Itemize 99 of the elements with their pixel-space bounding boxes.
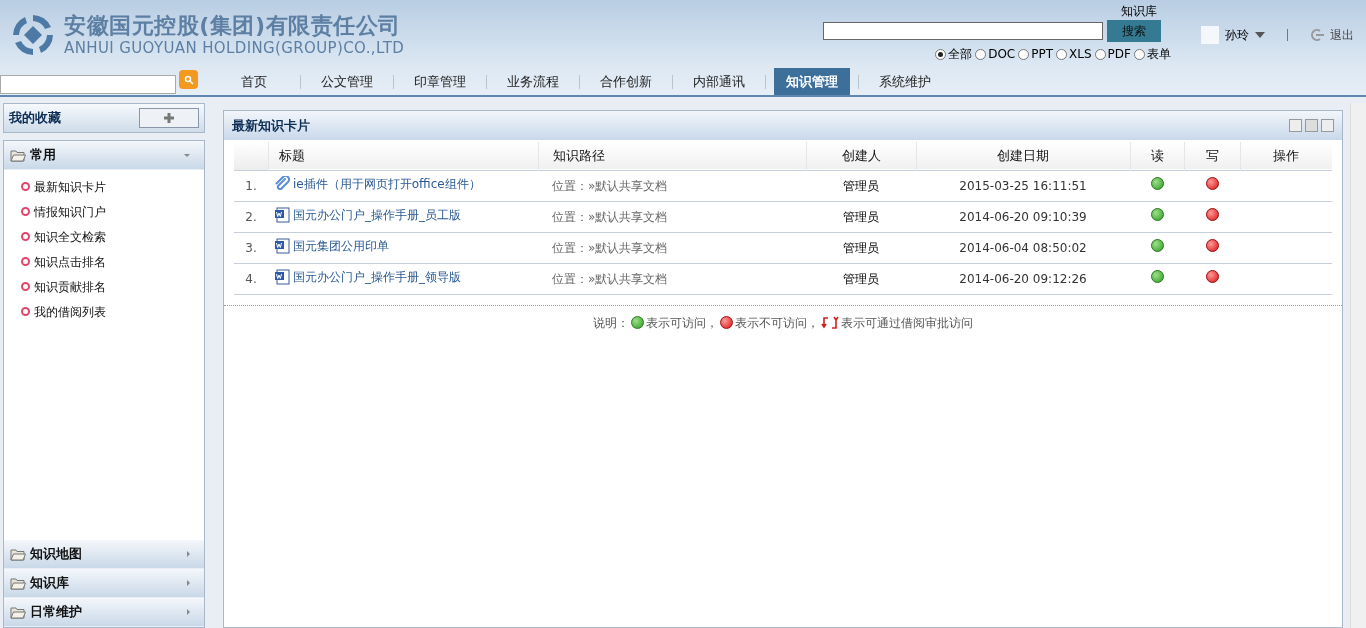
date-cell: 2015-03-25 16:11:51: [916, 170, 1130, 201]
search-label: 知识库: [1121, 3, 1157, 20]
company-name: 安徽国元控股(集团)有限责任公司: [64, 14, 402, 37]
date-cell: 2014-06-20 09:10:39: [916, 201, 1130, 232]
document-link[interactable]: 国元集团公用印单: [274, 236, 389, 255]
folder-icon: [10, 576, 26, 590]
legend-text: 表示可访问，: [646, 314, 718, 332]
nav-tab[interactable]: 内部通讯: [681, 68, 757, 95]
quick-search-field[interactable]: [0, 75, 176, 94]
radio-label: DOC: [988, 46, 1016, 63]
word-document-icon: [274, 206, 290, 223]
creator-cell: 管理员: [806, 170, 916, 201]
logout-link[interactable]: 退出: [1330, 26, 1354, 44]
column-header: 创建日期: [916, 142, 1130, 170]
path-cell: 位置：»默认共享文档: [538, 263, 806, 294]
row-number: 1.: [234, 170, 268, 201]
bullet-icon: [21, 232, 30, 241]
search-button[interactable]: 搜索: [1107, 20, 1161, 42]
creator-cell: 管理员: [806, 201, 916, 232]
logout-icon: [1310, 28, 1324, 42]
sidebar-link[interactable]: 知识点击排名: [21, 249, 204, 274]
path-cell: 位置：»默认共享文档: [538, 201, 806, 232]
sidebar-link[interactable]: 我的借阅列表: [21, 299, 204, 324]
radio-button[interactable]: [975, 48, 987, 60]
bullet-icon: [21, 307, 30, 316]
bullet-icon: [21, 257, 30, 266]
expand-caret-icon: [187, 609, 190, 615]
dropdown-caret-icon: [184, 153, 190, 157]
radio-button[interactable]: [935, 48, 947, 60]
radio-button[interactable]: [1018, 48, 1030, 60]
avatar-icon: [1201, 26, 1219, 44]
user-name[interactable]: 孙玲: [1225, 26, 1249, 44]
sidebar-link[interactable]: 知识全文检索: [21, 224, 204, 249]
date-cell: 2014-06-20 09:12:26: [916, 263, 1130, 294]
header-corner-cell: [234, 142, 268, 170]
nav-tab[interactable]: 首页: [216, 68, 292, 95]
word-document-icon: [274, 268, 290, 285]
path-cell: 位置：»默认共享文档: [538, 170, 806, 201]
sidebar-section-header[interactable]: 常用: [4, 141, 204, 170]
swap-arrows-icon: [821, 315, 839, 330]
creator-cell: 管理员: [806, 263, 916, 294]
radio-label: PPT: [1031, 46, 1054, 63]
path-cell: 位置：»默认共享文档: [538, 232, 806, 263]
legend-label: 说明：: [593, 314, 629, 332]
logo-icon: [10, 12, 56, 58]
bullet-icon: [21, 282, 30, 291]
word-document-icon: [274, 237, 290, 254]
search-icon: [183, 74, 194, 85]
radio-label: 表单: [1147, 46, 1171, 63]
bullet-icon: [21, 182, 30, 191]
radio-label: PDF: [1107, 46, 1131, 63]
nav-tab[interactable]: 合作创新: [588, 68, 664, 95]
nav-tab[interactable]: 公文管理: [309, 68, 385, 95]
sidebar-link[interactable]: 情报知识门户: [21, 199, 204, 224]
search-field[interactable]: [823, 22, 1103, 40]
company-name-english: ANHUI GUOYUAN HOLDING(GROUP)CO.,LTD: [64, 40, 405, 56]
column-header: 知识路径: [538, 142, 806, 170]
radio-label: 全部: [948, 46, 973, 63]
radio-button[interactable]: [1056, 48, 1068, 60]
add-button[interactable]: [139, 108, 199, 128]
sidebar-link[interactable]: 最新知识卡片: [21, 174, 204, 199]
folder-icon: [10, 547, 26, 561]
caret-icon: [1255, 32, 1265, 38]
column-header: 写: [1184, 142, 1240, 170]
sidebar-section-header[interactable]: 日常维护: [4, 598, 204, 627]
quick-search-button[interactable]: [179, 70, 198, 89]
radio-button[interactable]: [1134, 48, 1145, 60]
radio-button[interactable]: [1094, 48, 1106, 60]
expand-caret-icon: [187, 580, 190, 586]
document-link[interactable]: ie插件（用于网页打开office组件）: [274, 174, 481, 193]
radio-label: XLS: [1069, 46, 1092, 63]
row-number: 4.: [234, 263, 268, 294]
nav-tab[interactable]: 印章管理: [402, 68, 478, 95]
creator-cell: 管理员: [806, 232, 916, 263]
folder-icon: [10, 605, 26, 619]
favorites-title: 我的收藏: [9, 109, 61, 128]
plus-icon: [163, 112, 175, 124]
bullet-icon: [21, 207, 30, 216]
nav-tab[interactable]: 业务流程: [495, 68, 571, 95]
sidebar-link[interactable]: 知识贡献排名: [21, 274, 204, 299]
folder-icon: [10, 148, 26, 162]
paperclip-icon: [274, 175, 290, 192]
legend-text: 表示可通过借阅审批访问: [841, 314, 973, 332]
sidebar-section-header[interactable]: 知识库: [4, 569, 204, 598]
row-number: 3.: [234, 232, 268, 263]
column-header: 创建人: [806, 142, 916, 170]
document-link[interactable]: 国元办公门户_操作手册_员工版: [274, 205, 461, 224]
panel-title: 最新知识卡片: [232, 116, 310, 135]
sidebar-section-header[interactable]: 知识地图: [4, 540, 204, 569]
column-header: 操作: [1240, 142, 1332, 170]
column-header: 读: [1130, 142, 1184, 170]
nav-tab[interactable]: 系统维护: [867, 68, 943, 95]
column-header: 标题: [268, 142, 538, 170]
row-number: 2.: [234, 201, 268, 232]
expand-caret-icon: [187, 551, 190, 557]
nav-tab[interactable]: 知识管理: [774, 68, 850, 95]
date-cell: 2014-06-04 08:50:02: [916, 232, 1130, 263]
legend-text: 表示不可访问，: [735, 314, 819, 332]
document-link[interactable]: 国元办公门户_操作手册_领导版: [274, 267, 461, 286]
